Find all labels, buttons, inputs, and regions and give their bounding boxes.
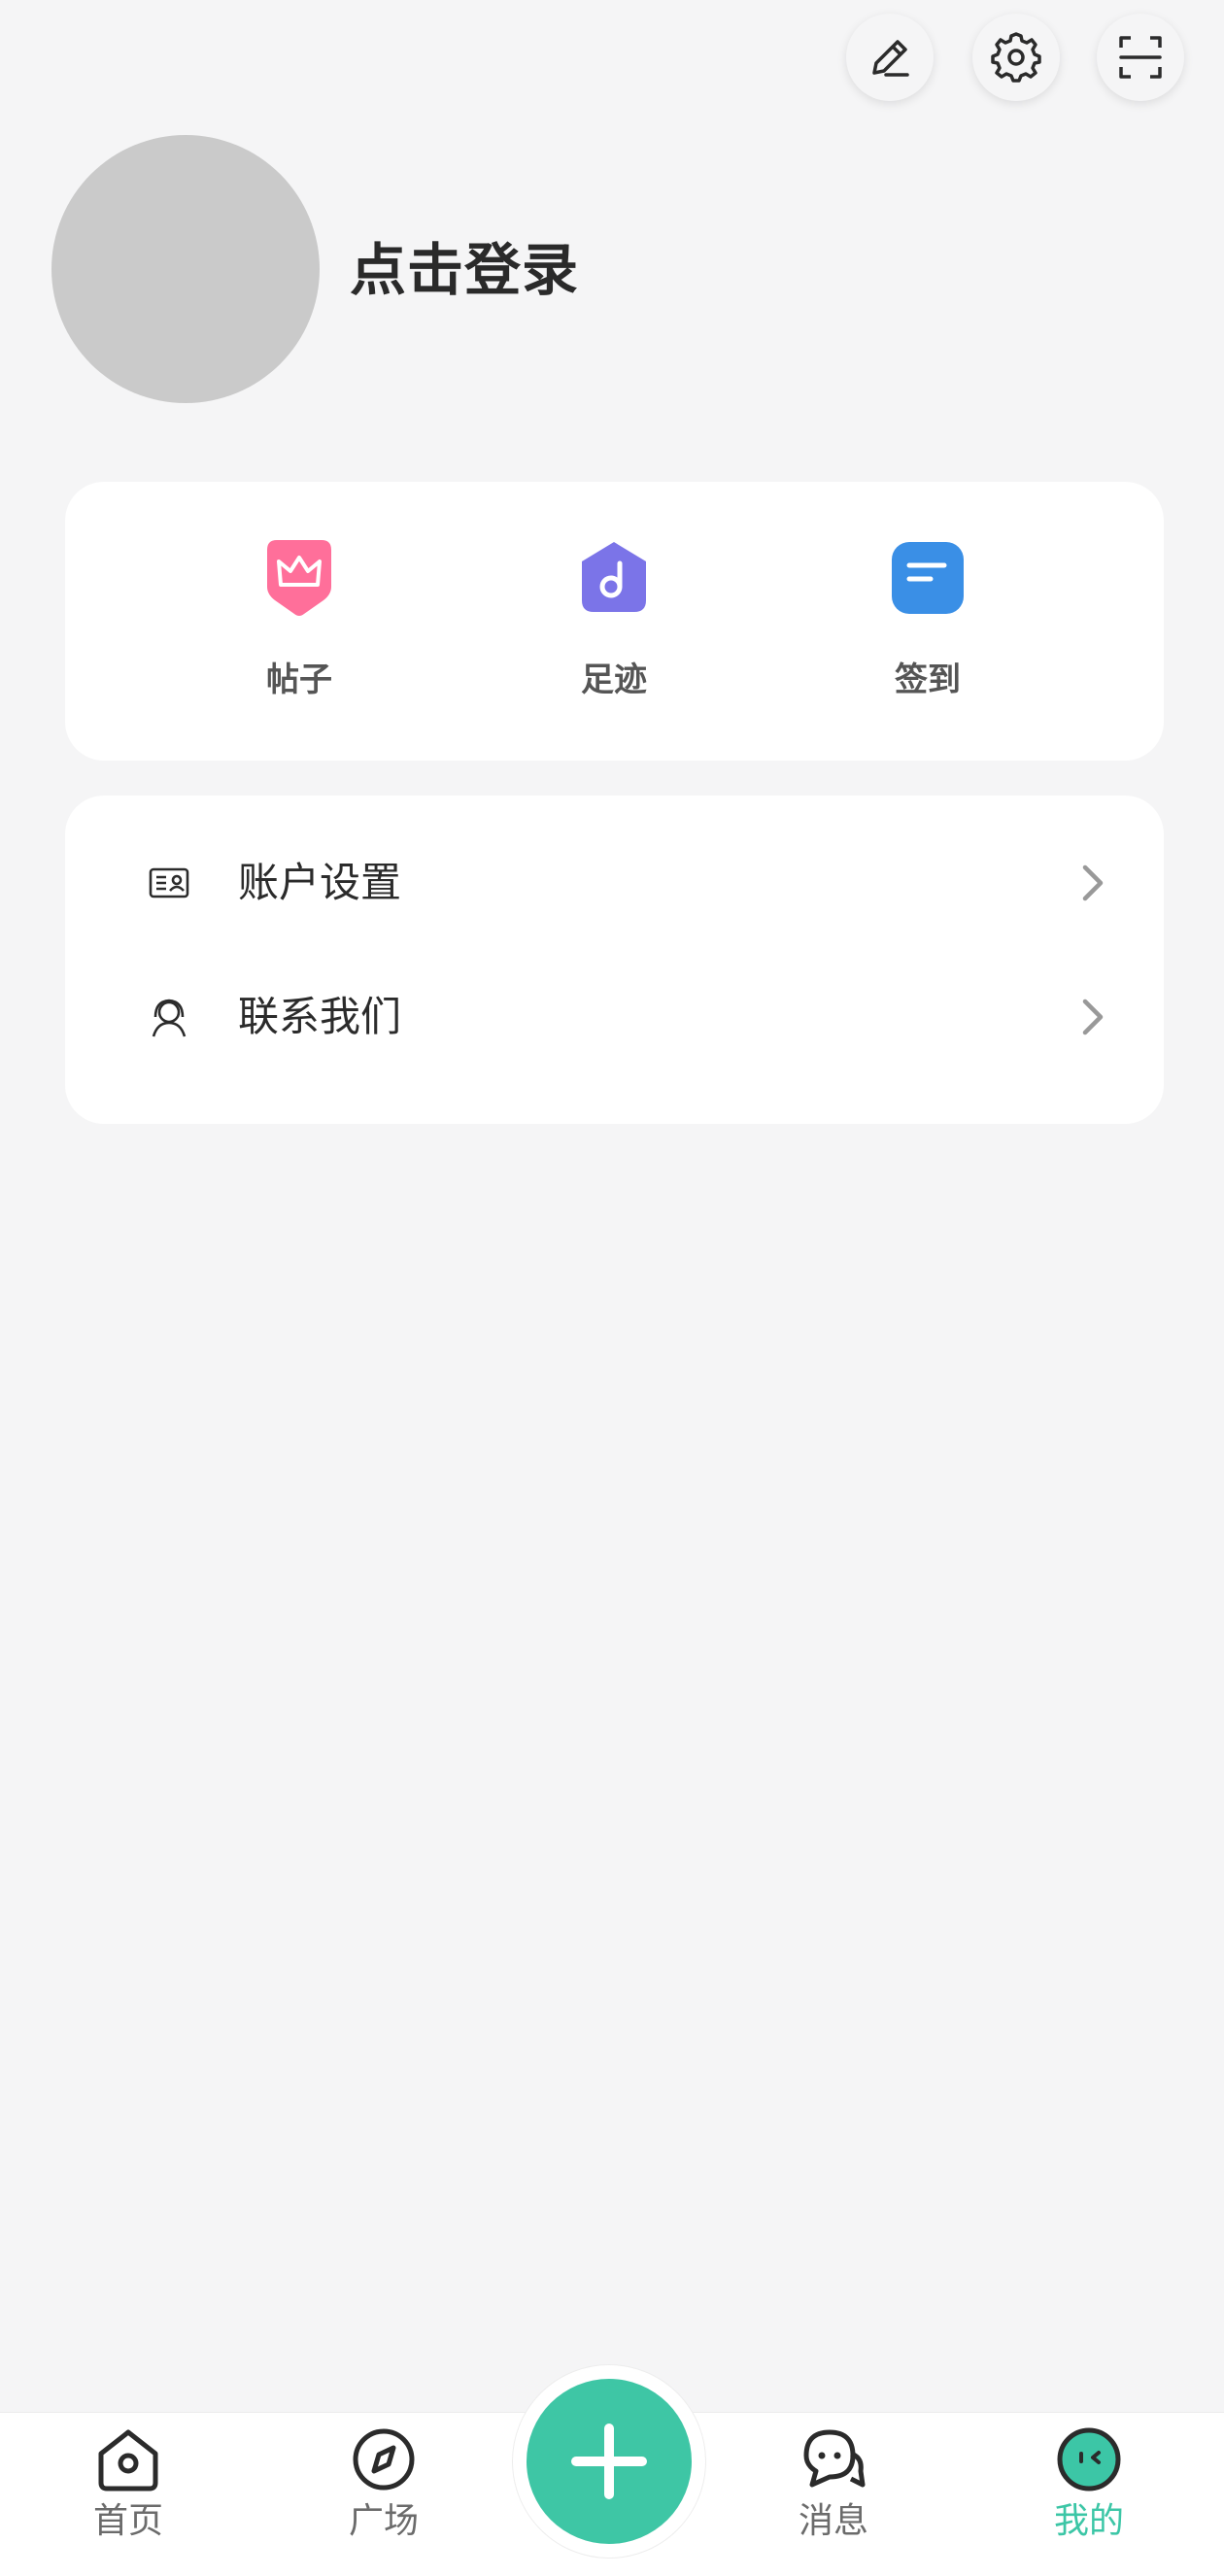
nav-label: 我的 bbox=[1053, 2501, 1124, 2541]
quick-actions-card: 帖子 足迹 签到 bbox=[65, 482, 1164, 761]
quick-action-label: 帖子 bbox=[266, 661, 332, 699]
nav-item-plaza[interactable]: 广场 bbox=[301, 2424, 466, 2545]
document-icon bbox=[892, 542, 964, 614]
nav-item-home[interactable]: 首页 bbox=[46, 2424, 211, 2545]
edit-button[interactable] bbox=[846, 14, 934, 101]
profile-page: 点击登录 帖子 足迹 签到 账户设置 联系我们 首页 广场 消息 我的 bbox=[0, 0, 1224, 2576]
nav-label: 首页 bbox=[92, 2501, 163, 2541]
chevron-right-icon bbox=[1082, 999, 1104, 1035]
chat-icon bbox=[803, 2429, 866, 2488]
menu-item-label: 账户设置 bbox=[238, 859, 402, 906]
login-link[interactable]: 点击登录 bbox=[350, 233, 579, 307]
menu-item-account-settings[interactable]: 账户设置 bbox=[65, 825, 1164, 941]
id-card-icon bbox=[149, 867, 189, 898]
nav-label: 广场 bbox=[348, 2501, 419, 2541]
publish-button[interactable] bbox=[527, 2379, 692, 2544]
compass-icon bbox=[353, 2428, 415, 2491]
quick-action-label: 足迹 bbox=[581, 661, 647, 699]
nav-item-messages[interactable]: 消息 bbox=[751, 2424, 916, 2545]
pencil-icon bbox=[872, 40, 909, 77]
quick-action-posts[interactable]: 帖子 bbox=[202, 532, 396, 700]
music-note-icon bbox=[582, 542, 646, 612]
plus-icon bbox=[571, 2423, 647, 2499]
avatar[interactable] bbox=[51, 135, 320, 403]
crown-icon bbox=[267, 540, 331, 616]
quick-action-label: 签到 bbox=[895, 661, 961, 699]
quick-action-checkin[interactable]: 签到 bbox=[831, 532, 1025, 700]
face-icon bbox=[1057, 2427, 1121, 2491]
scan-icon bbox=[1119, 36, 1162, 79]
scan-button[interactable] bbox=[1097, 14, 1184, 101]
quick-action-footprint[interactable]: 足迹 bbox=[517, 532, 711, 700]
nav-item-mine[interactable]: 我的 bbox=[1006, 2424, 1172, 2545]
chevron-right-icon bbox=[1082, 864, 1104, 901]
home-icon bbox=[98, 2429, 158, 2491]
customer-service-icon bbox=[152, 999, 187, 1037]
menu-item-contact-us[interactable]: 联系我们 bbox=[65, 959, 1164, 1075]
settings-menu-card: 账户设置 联系我们 bbox=[65, 796, 1164, 1124]
settings-button[interactable] bbox=[972, 14, 1060, 101]
gear-icon bbox=[991, 32, 1041, 83]
menu-item-label: 联系我们 bbox=[238, 993, 402, 1040]
nav-label: 消息 bbox=[798, 2501, 868, 2541]
